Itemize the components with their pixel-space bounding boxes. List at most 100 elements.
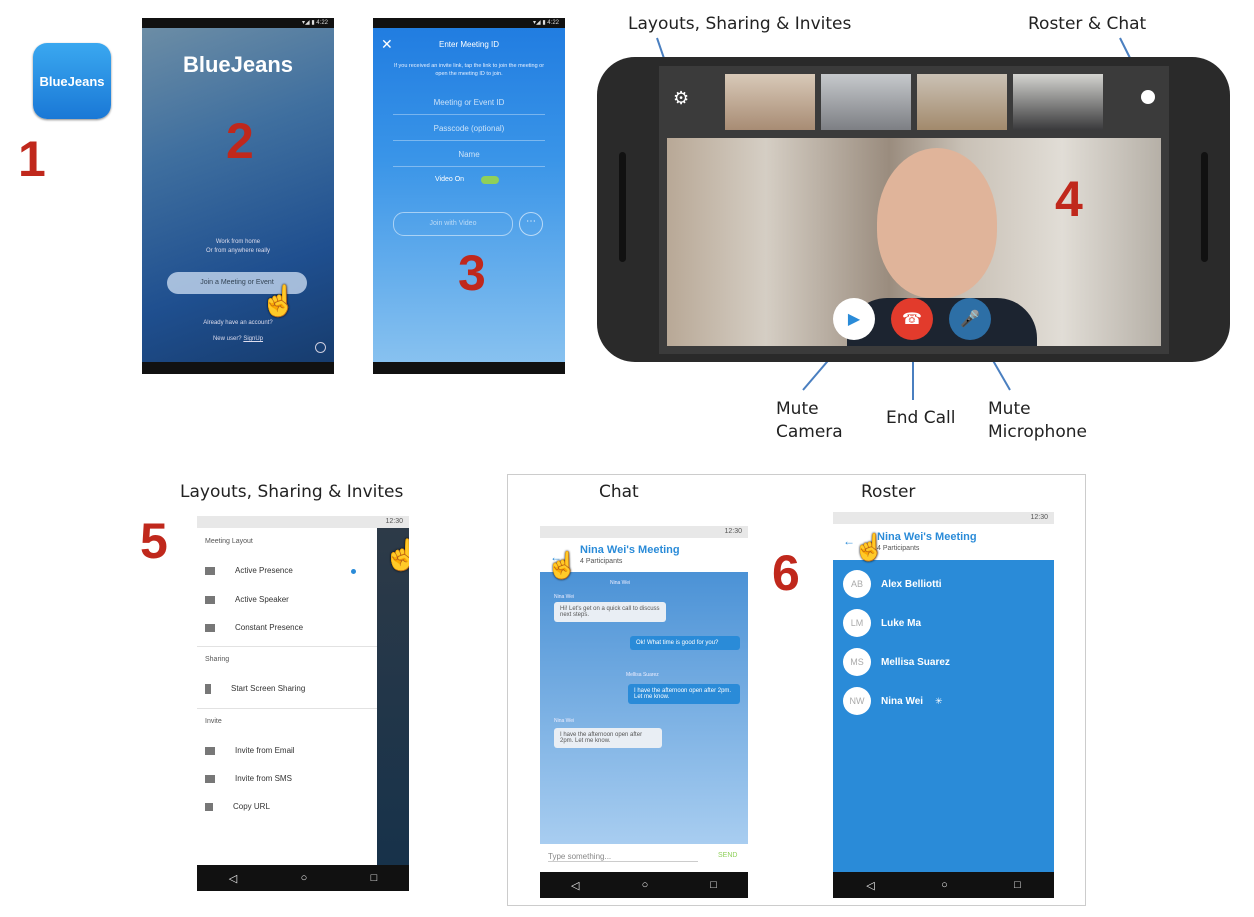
tablet-in-call: ⚙ ▶ ☎ 🎤 — [597, 57, 1230, 362]
gear-icon[interactable]: ⚙ — [673, 88, 689, 109]
phone-roster: 12:30 ← Nina Wei's Meeting 4 Participant… — [833, 512, 1054, 898]
recent-apps-icon[interactable]: □ — [371, 872, 378, 884]
chat-timestamp: Nina Wei — [610, 580, 631, 586]
speaker-face — [877, 148, 997, 298]
menu-start-screen-sharing[interactable]: Start Screen Sharing — [205, 682, 305, 696]
email-icon — [205, 746, 215, 755]
caption-mute-camera: Mute Camera — [776, 398, 843, 444]
constant-presence-label: Constant Presence — [235, 623, 304, 632]
menu-invite-sms[interactable]: Invite from SMS — [205, 772, 292, 786]
active-presence-label: Active Presence — [235, 566, 293, 575]
avatar: NW — [843, 687, 871, 715]
call-screen: ⚙ ▶ ☎ 🎤 — [659, 66, 1169, 354]
copy-url-label: Copy URL — [233, 802, 270, 811]
step-6-number: 6 — [772, 545, 800, 601]
message-bubble-own: I have the afternoon open after 2pm. Let… — [628, 684, 740, 704]
sender-name: Nina Wei — [554, 718, 575, 724]
menu-constant-presence[interactable]: Constant Presence — [205, 621, 303, 635]
mute-camera-button[interactable]: ▶ — [833, 298, 875, 340]
sender-name: Mellisa Suarez — [626, 672, 659, 678]
start-screen-sharing-label: Start Screen Sharing — [231, 684, 306, 693]
selected-indicator — [351, 569, 356, 574]
participant-name: Mellisa Suarez — [881, 657, 950, 668]
mute-microphone-button[interactable]: 🎤 — [949, 298, 991, 340]
section-invite: Invite — [205, 718, 222, 725]
participant-name: Nina Wei — [881, 696, 924, 707]
recent-apps-icon[interactable]: □ — [1014, 879, 1021, 891]
nav-bar: ◁ ○ □ — [197, 865, 409, 891]
avatar: MS — [843, 648, 871, 676]
back-icon[interactable]: ◁ — [229, 872, 237, 885]
status-time: 12:30 — [385, 518, 403, 525]
participant-thumbnail[interactable] — [725, 74, 815, 130]
caption-end-call: End Call — [886, 408, 956, 428]
end-call-button[interactable]: ☎ — [891, 298, 933, 340]
roster-row[interactable]: LM Luke Ma — [833, 609, 1054, 641]
microphone-off-icon: 🎤 — [960, 311, 980, 328]
speaker-grille-left — [619, 152, 626, 262]
home-icon[interactable]: ○ — [301, 872, 308, 884]
meeting-title: Nina Wei's Meeting — [877, 531, 977, 543]
participant-name: Luke Ma — [881, 618, 922, 629]
video-edge — [377, 528, 409, 865]
roster-chat-icon[interactable] — [1141, 90, 1155, 104]
participant-thumbnail[interactable] — [917, 74, 1007, 130]
status-time: 12:30 — [1030, 514, 1048, 521]
participant-count: 4 Participants — [580, 558, 623, 565]
participant-thumbnail[interactable] — [821, 74, 911, 130]
invite-email-label: Invite from Email — [235, 746, 295, 755]
status-time: 12:30 — [724, 528, 742, 535]
back-icon[interactable]: ◁ — [571, 879, 579, 892]
phone-share-icon — [205, 683, 211, 694]
caption-mute-microphone: Mute Microphone — [988, 398, 1087, 444]
message-input[interactable]: Type something... — [548, 852, 698, 862]
home-icon[interactable]: ○ — [642, 879, 649, 891]
phone-layouts-menu: 12:30 Meeting Layout Active Presence Act… — [197, 516, 409, 891]
menu-active-speaker[interactable]: Active Speaker — [205, 593, 289, 607]
pointer-hand-icon: ☝ — [383, 539, 409, 572]
layout-grid-icon — [205, 566, 215, 575]
menu-active-presence[interactable]: Active Presence — [205, 564, 293, 578]
back-icon[interactable]: ◁ — [866, 879, 874, 892]
columns-layout-icon — [205, 623, 215, 632]
caption-layouts-sharing-invites-5: Layouts, Sharing & Invites — [180, 482, 404, 502]
send-button[interactable]: SEND — [718, 852, 737, 859]
status-bar: 12:30 — [540, 526, 748, 538]
caption-chat: Chat — [599, 482, 639, 502]
status-bar: 12:30 — [833, 512, 1054, 524]
message-bubble: I have the afternoon open after 2pm. Let… — [554, 728, 662, 748]
step-5-number: 5 — [140, 513, 168, 569]
divider — [197, 646, 377, 647]
copy-icon — [205, 802, 213, 811]
nav-bar: ◁ ○ □ — [540, 872, 748, 898]
camera-icon: ▶ — [847, 311, 861, 328]
caption-roster: Roster — [861, 482, 916, 502]
home-icon[interactable]: ○ — [941, 879, 948, 891]
sms-icon — [205, 774, 215, 783]
avatar: AB — [843, 570, 871, 598]
section-sharing: Sharing — [205, 656, 230, 663]
speaker-layout-icon — [205, 595, 215, 604]
sender-name: Nina Wei — [554, 594, 575, 600]
recent-apps-icon[interactable]: □ — [710, 879, 717, 891]
invite-sms-label: Invite from SMS — [235, 774, 292, 783]
phone-hangup-icon: ☎ — [902, 311, 922, 328]
roster-row[interactable]: NW Nina Wei ✳ — [833, 687, 1054, 719]
nav-bar: ◁ ○ □ — [833, 872, 1054, 898]
status-bar: 12:30 — [197, 516, 409, 528]
step-4-number: 4 — [1055, 171, 1083, 227]
caption-mute-mic-line-2: Microphone — [988, 422, 1087, 442]
participant-thumbnail[interactable] — [1013, 74, 1103, 130]
roster-row[interactable]: AB Alex Belliotti — [833, 570, 1054, 602]
menu-invite-email[interactable]: Invite from Email — [205, 744, 295, 758]
roster-row[interactable]: MS Mellisa Suarez — [833, 648, 1054, 680]
active-speaker-label: Active Speaker — [235, 595, 289, 604]
pointer-hand-icon: ☝ — [853, 532, 886, 562]
phone-chat: 12:30 ← Nina Wei's Meeting 4 Participant… — [540, 526, 748, 898]
menu-copy-url[interactable]: Copy URL — [205, 800, 270, 814]
speaker-grille-right — [1201, 152, 1208, 262]
caption-mute-camera-line-2: Camera — [776, 422, 843, 442]
speaker-suit — [847, 298, 1037, 346]
roster-list: AB Alex Belliotti LM Luke Ma MS Mellisa Sua… — [833, 560, 1054, 872]
host-star-icon: ✳ — [935, 696, 943, 706]
